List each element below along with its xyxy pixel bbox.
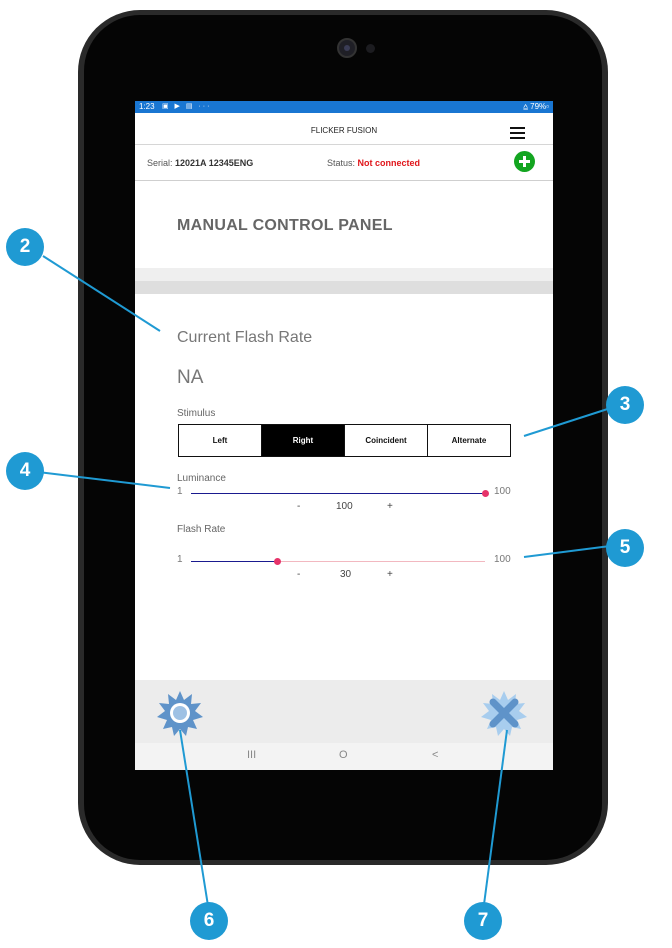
callout-6: 6	[190, 902, 228, 940]
callout-7: 7	[464, 902, 502, 940]
callout-2: 2	[6, 228, 44, 266]
callout-lines	[37, 255, 621, 913]
callout-4: 4	[6, 452, 44, 490]
callout-5: 5	[606, 529, 644, 567]
callout-3: 3	[606, 386, 644, 424]
